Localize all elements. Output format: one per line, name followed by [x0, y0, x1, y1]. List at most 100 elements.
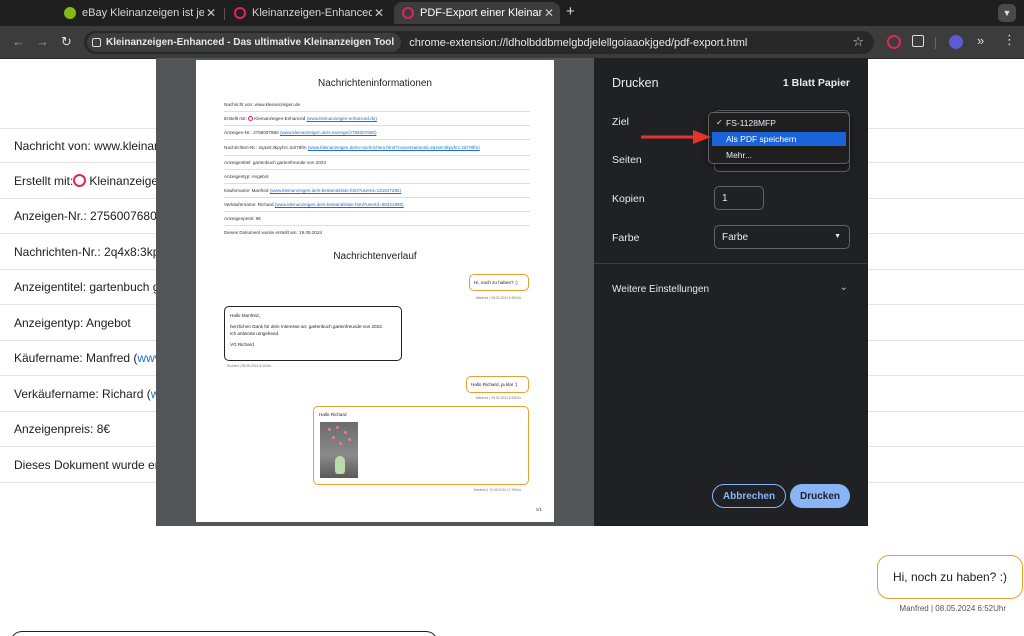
- preview-message-line: Hallo Manfred,: [230, 313, 260, 318]
- preview-row: Anzeigentitel: gartenbuch gartenfreunde …: [224, 156, 530, 170]
- red-arrow-icon: [641, 130, 711, 144]
- preview-row-label: Erstellt mit:: [224, 116, 247, 121]
- chevron-down-icon[interactable]: ⌄: [840, 282, 848, 293]
- more-settings-toggle[interactable]: Weitere Einstellungen: [612, 284, 709, 295]
- bg-row-text: Anzeigenpreis: 8€: [14, 422, 111, 436]
- preview-row-logo-text: Kleinanzeigen-Enhanced: [254, 116, 306, 121]
- option-label: Mehr...: [726, 150, 752, 160]
- menu-kebab-icon[interactable]: ⋮: [1003, 32, 1016, 48]
- preview-message-meta: Manfred | 09.05.2024 8:53Uhr: [475, 396, 521, 400]
- close-icon[interactable]: ✕: [204, 6, 218, 20]
- copies-input[interactable]: 1: [714, 186, 764, 210]
- tab-title: Kleinanzeigen-Enhanced Das: [252, 7, 372, 19]
- preview-row: Nachricht von: www.kleinanzeigen.de: [224, 98, 530, 112]
- reload-icon[interactable]: ↻: [61, 34, 72, 50]
- preview-row-label: Nachricht von: www.kleinanzeigen.de: [224, 102, 301, 107]
- dropdown-option-more[interactable]: Mehr...: [712, 148, 846, 162]
- preview-row-label: Käufername: Manfred: [224, 188, 269, 193]
- print-title: Drucken: [612, 76, 659, 90]
- preview-row-link: (www.kleinanzeigen.de/s-bestandsliste.ht…: [269, 188, 402, 193]
- bookmark-star-icon[interactable]: ☆: [852, 34, 864, 50]
- tab-pdf-export[interactable]: PDF-Export einer Kleinanzeig ✕: [394, 2, 560, 24]
- bg-row-text: Nachrichten-Nr.: 2q4x8:3kp: [14, 244, 160, 259]
- destination-label: Ziel: [612, 116, 629, 128]
- tab-strip: eBay Kleinanzeigen ist jetzt K ✕ Kleinan…: [0, 0, 1024, 26]
- extensions-puzzle-icon[interactable]: [912, 35, 924, 47]
- preview-row: Dieses Dokument wurde erstellt am: 19.09…: [224, 226, 530, 240]
- bg-row-text: Anzeigen-Nr.: 2756007680: [14, 209, 157, 223]
- flower-bloom: [332, 436, 335, 439]
- panel-divider: [594, 263, 868, 264]
- bg-row-text: Anzeigentyp: Angebot: [14, 315, 131, 330]
- close-icon[interactable]: ✕: [542, 6, 556, 20]
- preview-message-line: VG Richard: [230, 342, 254, 347]
- preview-row: Anzeigenpreis: 8€: [224, 212, 530, 226]
- preview-row: Nachrichten-Nr.: 2q4x8:3kpyhrc:2dr78fm (…: [224, 140, 530, 156]
- preview-page-number: 1/1: [535, 507, 542, 512]
- preview-message-bubble: Hallo Manfred, herzlichen Dank für dein …: [224, 306, 402, 361]
- chevron-down-icon: ▼: [834, 233, 841, 240]
- preview-row-label: Anzeigentyp: Angebot: [224, 174, 269, 179]
- profile-avatar-icon[interactable]: [949, 35, 963, 49]
- print-preview-page: Nachrichteninformationen Nachricht von: …: [196, 60, 554, 522]
- preview-row: Verkäufername: Richard (www.kleinanzeige…: [224, 198, 530, 212]
- bg-logo-text: Kleinanzeigen: [89, 173, 165, 188]
- kleinanzeigen-enhanced-logo-icon: [248, 116, 253, 121]
- bg-row-text: Anzeigentitel: gartenbuch g: [14, 280, 160, 294]
- dropdown-option-printer[interactable]: ✓ FS-1128MFP: [712, 116, 846, 130]
- preview-history-title: Nachrichtenverlauf: [333, 251, 417, 262]
- bg-row-text: Nachricht von: www.kleinan: [14, 138, 161, 153]
- address-bar[interactable]: Kleinanzeigen-Enhanced - Das ultimative …: [84, 31, 874, 54]
- kleinanzeigen-enhanced-favicon-icon: [402, 7, 414, 19]
- preview-row-link: (www.kleinanzeigen.de/s-bestandsliste.ht…: [274, 202, 404, 207]
- copies-label: Kopien: [612, 193, 645, 205]
- cancel-button[interactable]: Abbrechen: [712, 484, 786, 508]
- preview-message-line: herzlichen Dank für dein Interesse an: g…: [230, 324, 383, 329]
- preview-row-label: Verkäufername: Richard: [224, 202, 274, 207]
- flower-vase-photo: [320, 422, 358, 478]
- chevron-double-right-icon[interactable]: »: [977, 33, 984, 48]
- copies-value: 1: [722, 192, 728, 204]
- preview-row: Erstellt mit: Kleinanzeigen-Enhanced (ww…: [224, 112, 530, 126]
- close-icon[interactable]: ✕: [372, 6, 386, 20]
- url-text[interactable]: chrome-extension://ldholbddbmelgbdjelell…: [409, 37, 747, 49]
- preview-row-link: (www.kleinanzeigen.de/s-anzeige/27560076…: [279, 130, 377, 135]
- browser-toolbar: ← → ↻ Kleinanzeigen-Enhanced - Das ultim…: [0, 26, 1024, 59]
- ebay-favicon-icon: [64, 7, 76, 19]
- bg-row-text: Dieses Dokument wurde ers: [14, 457, 165, 472]
- bg-message-bubble-left: [10, 631, 438, 636]
- preview-row-label: Anzeigen-Nr.: 2756007680: [224, 130, 279, 135]
- tab-ebay[interactable]: eBay Kleinanzeigen ist jetzt K ✕: [56, 2, 222, 24]
- preview-title: Nachrichteninformationen: [318, 78, 432, 89]
- bg-message-bubble: Hi, noch zu haben? :): [877, 555, 1023, 599]
- toolbar-divider: [935, 37, 936, 49]
- color-label: Farbe: [612, 232, 640, 244]
- print-button[interactable]: Drucken: [790, 484, 850, 508]
- preview-row-label: Anzeigentitel: gartenbuch gartenfreunde …: [224, 160, 326, 165]
- site-chip[interactable]: Kleinanzeigen-Enhanced - Das ultimative …: [87, 33, 402, 52]
- tab-kleinanzeigen-enhanced[interactable]: Kleinanzeigen-Enhanced Das ✕: [226, 2, 390, 24]
- new-tab-icon[interactable]: +: [566, 3, 575, 20]
- dropdown-option-save-as-pdf[interactable]: Als PDF speichern: [712, 132, 846, 146]
- back-icon[interactable]: ←: [12, 34, 25, 49]
- pages-label: Seiten: [612, 154, 642, 166]
- preview-message-meta: Manfred | 19.09.2024 17:39Uhr: [473, 488, 521, 492]
- sheet-count: 1 Blatt Papier: [782, 77, 850, 89]
- tab-search-icon[interactable]: ▼: [998, 4, 1016, 22]
- preview-message-meta: Richard | 08.05.2024 8:10Uhr: [227, 364, 272, 368]
- option-label: FS-1128MFP: [726, 118, 776, 128]
- bg-message-meta: Manfred | 08.05.2024 6:52Uhr: [899, 604, 1006, 613]
- preview-message-bubble-image: Hallo Richard: [313, 406, 529, 485]
- vase: [335, 456, 345, 474]
- bg-row-text: Käufername: Manfred (: [14, 351, 138, 365]
- color-select[interactable]: Farbe ▼: [714, 225, 850, 249]
- preview-message-bubble: Hi, noch zu haben? :): [469, 274, 529, 291]
- tab-title: PDF-Export einer Kleinanzeig: [420, 7, 542, 19]
- preview-row-link: (www.kleinanzeigen.de/m-nachrichten.html…: [307, 145, 480, 150]
- destination-dropdown: ✓ FS-1128MFP Als PDF speichern Mehr...: [708, 112, 850, 164]
- kleinanzeigen-enhanced-extension-icon[interactable]: [887, 35, 901, 49]
- preview-message-bubble: Hallo Richard, ja klar :): [466, 376, 529, 393]
- tab-title: eBay Kleinanzeigen ist jetzt K: [82, 7, 204, 19]
- preview-row-link: (www.kleinanzeigen-enhanced.de): [306, 116, 377, 121]
- forward-icon[interactable]: →: [36, 34, 49, 49]
